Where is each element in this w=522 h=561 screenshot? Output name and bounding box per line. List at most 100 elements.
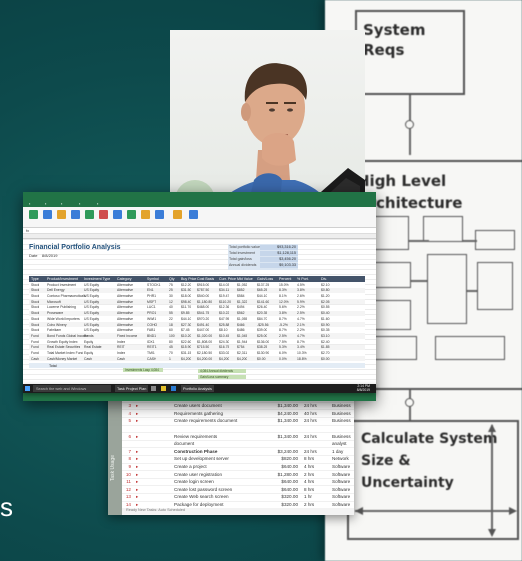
table-cell[interactable]: COHO [147,323,157,327]
table-row[interactable]: Stock Lucerne Publishing US Equity Alternat… [29,304,365,311]
column-header[interactable]: Curr. Price [219,277,236,281]
table-cell[interactable]: $468.00 [197,305,209,309]
table-cell[interactable]: 30 [169,294,173,298]
table-cell[interactable]: US Equity [84,317,99,321]
table-cell[interactable]: Fund [31,351,39,355]
table-cell[interactable]: $1,052 [237,283,247,287]
table-cell[interactable]: $1,180.80 [197,300,212,304]
table-cell[interactable]: $98.40 [181,300,191,304]
table-cell[interactable]: 3.8% [297,288,305,292]
table-cell[interactable]: WWI1 [147,317,156,321]
ribbon-tab[interactable]: ▪ [29,201,30,206]
taskbar-search-box[interactable]: Search the web and Windows [33,385,111,392]
table-cell[interactable]: 80 [169,340,173,344]
table-cell[interactable]: US Equity [84,283,99,287]
table-cell[interactable]: TMI1 [147,351,155,355]
table-cell[interactable]: Alternative [117,300,133,304]
table-cell[interactable]: 25 [169,288,173,292]
table-cell[interactable]: Index [117,340,125,344]
table-cell[interactable]: US Equity [84,311,99,315]
table-cell[interactable]: Stock [31,300,39,304]
table-cell[interactable]: Equity [84,351,93,355]
table-cell[interactable]: -5.2% [279,323,288,327]
table-cell[interactable]: 8.7% [279,317,287,321]
table-cell[interactable]: $2.05 [321,300,330,304]
ribbon-tab[interactable]: ▪ [45,201,46,206]
table-cell[interactable]: CASH [147,357,156,361]
table-cell[interactable]: 1 [169,357,171,361]
table-cell[interactable]: Cash [117,357,125,361]
table-cell[interactable]: $0.35 [321,328,330,332]
table-cell[interactable]: $715.50 [197,345,209,349]
table-cell[interactable]: Fund [31,334,39,338]
more-functions-icon[interactable] [155,210,164,219]
table-cell[interactable]: 22 [169,317,173,321]
table-cell[interactable]: Stock [31,323,39,327]
table-cell[interactable]: STOCK1 [147,283,161,287]
table-cell[interactable]: PHR1 [147,294,156,298]
table-cell[interactable]: BND1 [147,334,156,338]
table-cell[interactable]: $4,200 [181,357,191,361]
table-cell[interactable]: Alternative [117,288,133,292]
table-cell[interactable]: 4.7% [297,334,305,338]
table-cell[interactable]: 5.9% [297,300,305,304]
table-cell[interactable]: US Equity [84,288,99,292]
table-cell[interactable]: Contoso Pharmaceuticals [47,294,86,298]
table-cell[interactable]: $1,944 [237,340,247,344]
table-cell[interactable]: Real Estate Securities [47,345,80,349]
table-cell[interactable]: 2.6% [297,294,305,298]
table-cell[interactable]: 8.3% [279,288,287,292]
table-cell[interactable]: Cash [84,357,92,361]
table-cell[interactable]: Product Investment [47,283,76,287]
table-cell[interactable]: $38.25 [257,345,267,349]
name-manager-icon[interactable] [173,210,182,219]
logical-icon[interactable] [85,210,94,219]
table-cell[interactable]: 2.5% [297,311,305,315]
table-cell[interactable]: 2.1% [297,323,305,327]
table-row[interactable]: Stock Proseware US Equity Alternative PRO1 55… [29,310,365,316]
insert-function-icon[interactable] [29,210,38,219]
table-row[interactable]: Stock Fabrikam US Equity Alternative FAB1 60 $… [29,327,365,333]
table-cell[interactable]: $494 [237,305,245,309]
start-icon[interactable] [25,386,30,391]
table-cell[interactable]: $787.50 [197,288,209,292]
table-cell[interactable]: $18.00 [181,294,191,298]
column-header[interactable]: Product/Investment [47,277,78,281]
table-cell[interactable]: $16.75 [219,345,229,349]
table-cell[interactable]: $0.00 [321,357,330,361]
table-cell[interactable]: Bonds [84,334,94,338]
table-cell[interactable]: $540.00 [197,294,209,298]
table-cell[interactable]: Bond Funds Global Income [47,334,88,338]
store-icon[interactable] [171,386,176,391]
column-header[interactable]: Type [31,277,39,281]
table-cell[interactable]: $447.00 [197,328,209,332]
define-name-icon[interactable] [189,210,198,219]
table-row[interactable]: Fund Growth Equity Index Equity Index IDX1 80… [29,339,365,345]
table-cell[interactable]: 4.5% [297,283,305,287]
table-cell[interactable]: $9.85 [181,311,190,315]
table-cell[interactable]: $33.02 [219,351,229,355]
table-cell[interactable]: $10.20 [181,334,191,338]
table-cell[interactable]: 8.7% [297,340,305,344]
table-cell[interactable]: REIT1 [147,345,157,349]
table-cell[interactable]: 12 [169,300,173,304]
table-cell[interactable]: 45 [169,345,173,349]
table-cell[interactable]: $2.40 [321,340,330,344]
table-cell[interactable]: $12.20 [181,283,191,287]
table-cell[interactable]: $34.11 [219,288,229,292]
table-cell[interactable]: $19.47 [219,294,229,298]
text-icon[interactable] [99,210,108,219]
table-cell[interactable]: $1.85 [321,345,330,349]
table-cell[interactable]: $4,200 [237,357,247,361]
table-cell[interactable]: $1,045 [237,334,247,338]
table-cell[interactable]: 5.6% [279,305,287,309]
table-row[interactable]: Fund Total Market Index Fund Equity Index TM… [29,350,365,356]
taskbar-app-project[interactable]: Task Project Plan [115,385,149,392]
table-cell[interactable]: Wide World Importers [47,317,80,321]
table-cell[interactable]: US Equity [84,294,99,298]
table-cell[interactable]: US Equity [84,305,99,309]
table-cell[interactable]: Stock [31,305,39,309]
table-cell[interactable]: 12.0% [279,300,289,304]
table-cell[interactable]: $141.60 [257,300,269,304]
table-cell[interactable]: Microsoft [47,300,61,304]
